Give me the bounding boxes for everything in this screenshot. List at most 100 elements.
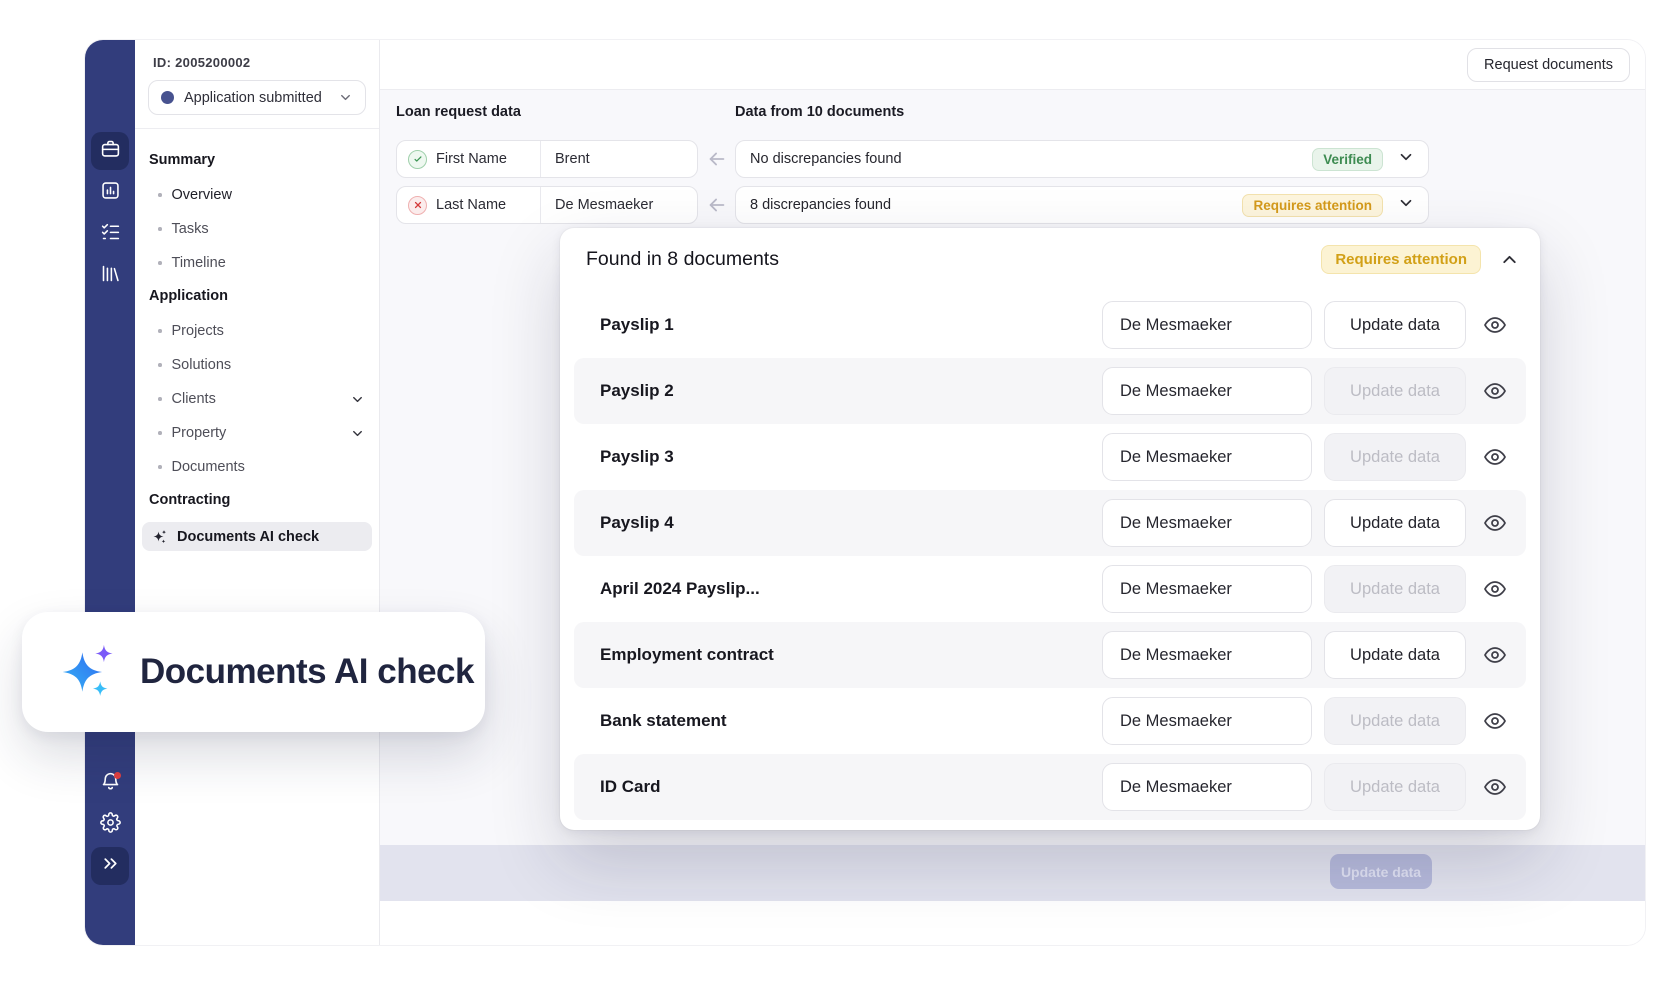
chevron-down-icon[interactable] (350, 392, 365, 407)
update-data-button[interactable]: Update data (1324, 301, 1466, 349)
document-label: Employment contract (600, 645, 774, 664)
chevron-down-icon[interactable] (350, 426, 365, 441)
application-id: ID: 2005200002 (153, 55, 251, 70)
chevron-down-icon (341, 94, 350, 101)
update-data-button-disabled: Update data (1324, 697, 1466, 745)
eye-icon[interactable] (1483, 577, 1507, 601)
status-select-label: Application submitted (184, 89, 322, 106)
discrepancy-text: 8 discrepancies found (750, 197, 892, 213)
sidebar-item-property[interactable]: Property (149, 423, 367, 443)
eye-icon[interactable] (1483, 775, 1507, 799)
field-value[interactable]: Brent (541, 151, 590, 167)
name-input[interactable]: De Mesmaeker (1102, 763, 1312, 811)
bullet-dot (158, 329, 162, 333)
library-nav-button[interactable] (91, 257, 129, 295)
document-label: Payslip 3 (600, 447, 674, 466)
document-label: April 2024 Payslip... (600, 579, 760, 598)
field-first-name: First Name Brent (396, 140, 698, 178)
name-input[interactable]: De Mesmaeker (1102, 499, 1312, 547)
document-row-id-card: ID Card De Mesmaeker Update data (574, 754, 1526, 820)
sidebar-item-label: Solutions (171, 357, 232, 373)
sidebar-item-documents[interactable]: Documents (149, 457, 367, 477)
bullet-dot (158, 261, 162, 265)
name-input[interactable]: De Mesmaeker (1102, 301, 1312, 349)
field-value[interactable]: De Mesmaeker (541, 197, 653, 213)
discrepancy-row-first-name[interactable]: No discrepancies found Verified (735, 140, 1429, 178)
eye-icon[interactable] (1483, 313, 1507, 337)
update-data-button[interactable]: Update data (1324, 499, 1466, 547)
expand-sidebar-button[interactable] (91, 847, 129, 885)
tasks-nav-button[interactable] (91, 215, 129, 253)
sidebar-item-label: Overview (171, 187, 232, 203)
chevron-up-icon[interactable] (1499, 249, 1520, 270)
check-circle-icon (408, 149, 427, 169)
update-data-button[interactable]: Update data (1324, 631, 1466, 679)
document-row-april-payslip: April 2024 Payslip... De Mesmaeker Updat… (574, 556, 1526, 622)
briefcase-nav-button[interactable] (91, 132, 129, 170)
document-label: Bank statement (600, 711, 727, 730)
name-input[interactable]: De Mesmaeker (1102, 697, 1312, 745)
sidebar-item-overview[interactable]: Overview (149, 185, 367, 205)
requires-attention-badge: Requires attention (1242, 193, 1383, 217)
sidebar-item-label: Documents (171, 459, 245, 475)
field-last-name: Last Name De Mesmaeker (396, 186, 698, 224)
bullet-dot (158, 397, 162, 401)
sidebar-item-clients[interactable]: Clients (149, 389, 367, 409)
document-row-bank-statement: Bank statement De Mesmaeker Update data (574, 688, 1526, 754)
checklist-icon (100, 221, 121, 247)
name-input[interactable]: De Mesmaeker (1102, 565, 1312, 613)
section-summary: Summary (149, 152, 216, 168)
sidebar-item-solutions[interactable]: Solutions (149, 355, 367, 375)
field-label-cell: Last Name (397, 187, 541, 223)
chevron-down-icon[interactable] (1397, 194, 1415, 217)
chevron-down-icon[interactable] (1397, 148, 1415, 171)
documents-ai-check-card: Documents AI check (22, 612, 485, 732)
eye-icon[interactable] (1483, 379, 1507, 403)
document-label: Payslip 1 (600, 315, 674, 334)
notifications-button[interactable] (91, 765, 129, 803)
notification-dot (114, 772, 121, 779)
bar-chart-icon (100, 180, 121, 206)
sparkles-icon (153, 529, 167, 543)
eye-icon[interactable] (1483, 709, 1507, 733)
eye-icon[interactable] (1483, 643, 1507, 667)
sidebar-item-documents-ai-check[interactable]: Documents AI check (142, 522, 372, 551)
field-label: First Name (436, 151, 507, 167)
document-row-payslip-3: Payslip 3 De Mesmaeker Update data (574, 424, 1526, 490)
window-bottom (380, 901, 1645, 945)
sidebar-item-label: Property (171, 425, 227, 441)
request-documents-button[interactable]: Request documents (1467, 48, 1630, 82)
bullet-dot (158, 363, 162, 367)
eye-icon[interactable] (1483, 445, 1507, 469)
discrepancy-row-last-name[interactable]: 8 discrepancies found Requires attention (735, 186, 1429, 224)
name-input[interactable]: De Mesmaeker (1102, 631, 1312, 679)
section-application: Application (149, 288, 228, 304)
update-data-button-disabled: Update data (1324, 367, 1466, 415)
name-input[interactable]: De Mesmaeker (1102, 433, 1312, 481)
sidebar-item-tasks[interactable]: Tasks (149, 219, 367, 239)
document-label: Payslip 4 (600, 513, 674, 532)
eye-icon[interactable] (1483, 511, 1507, 535)
application-status-select[interactable]: Application submitted (148, 80, 366, 115)
settings-button[interactable] (91, 806, 129, 844)
bullet-dot (158, 227, 162, 231)
document-row-payslip-2: Payslip 2 De Mesmaeker Update data (574, 358, 1526, 424)
document-row-employment-contract: Employment contract De Mesmaeker Update … (574, 622, 1526, 688)
library-icon (100, 263, 121, 289)
sparkles-icon (62, 644, 113, 696)
name-input[interactable]: De Mesmaeker (1102, 367, 1312, 415)
status-dot (161, 91, 174, 104)
update-data-button-disabled: Update data (1324, 565, 1466, 613)
bullet-dot (158, 431, 162, 435)
gear-icon (99, 812, 121, 838)
document-rows: Payslip 1 De Mesmaeker Update data Paysl… (560, 286, 1540, 820)
sidebar-item-timeline[interactable]: Timeline (149, 253, 367, 273)
popup-header: Found in 8 documents Requires attention (560, 232, 1540, 286)
sidebar-item-projects[interactable]: Projects (149, 321, 367, 341)
sidebar: ID: 2005200002 Application submitted Sum… (135, 40, 380, 945)
popup-title: Found in 8 documents (586, 247, 779, 270)
update-data-button-disabled: Update data (1324, 763, 1466, 811)
update-data-footer-button[interactable]: Update data (1330, 854, 1432, 889)
x-circle-icon (408, 195, 427, 215)
analytics-nav-button[interactable] (91, 174, 129, 212)
